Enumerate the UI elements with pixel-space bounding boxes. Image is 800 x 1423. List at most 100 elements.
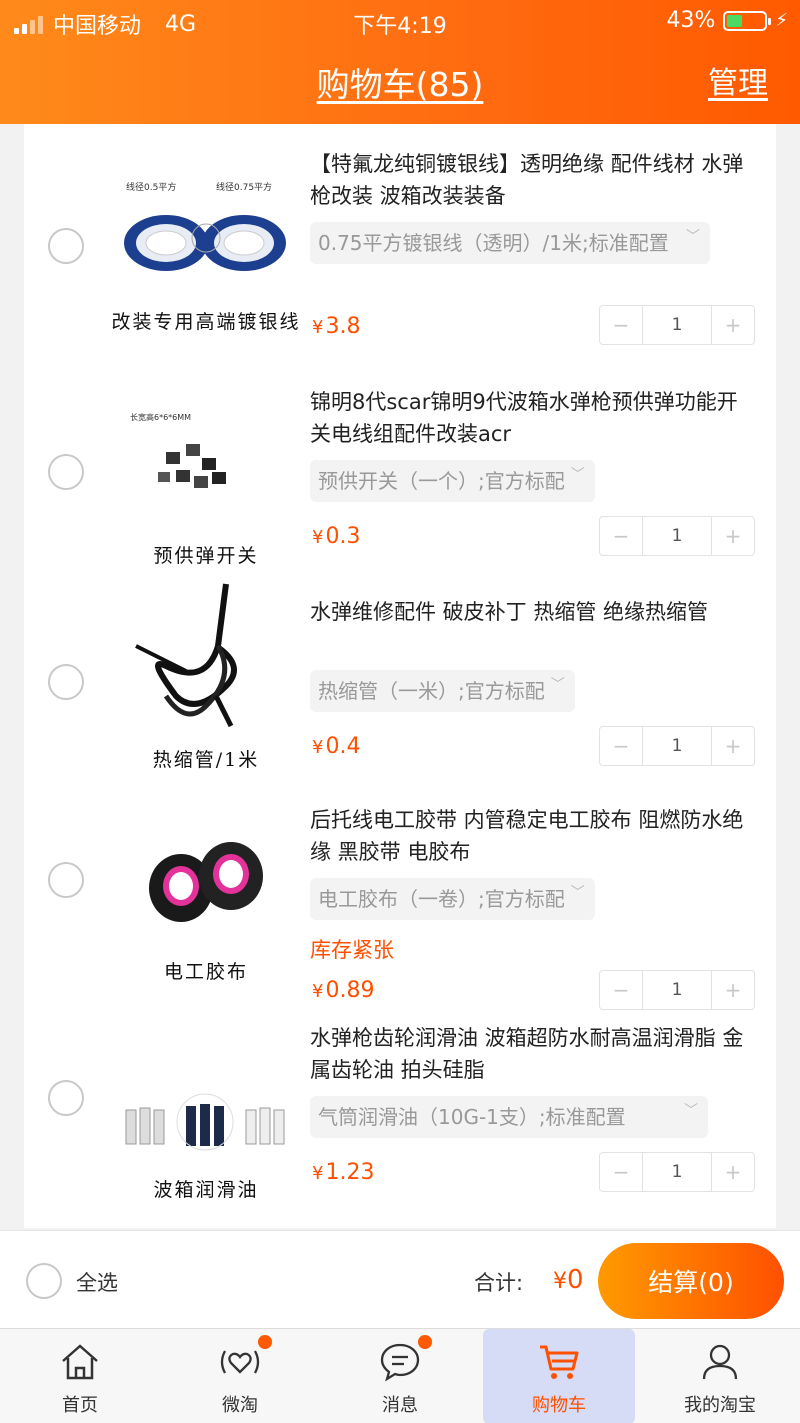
item-title[interactable]: 后托线电工胶带 内管稳定电工胶布 阻燃防水绝缘 黑胶带 电胶布 [310,804,750,868]
svg-text:线径0.75平方: 线径0.75平方 [216,181,272,193]
increment-button[interactable]: + [712,1153,754,1191]
battery-icon [723,10,772,31]
notification-dot [418,1335,432,1349]
checkout-bar: 全选 合计: ¥0 结算(0) [0,1230,800,1328]
item-select-radio[interactable] [48,454,84,490]
cart-item: 波箱润滑油 水弹枪齿轮润滑油 波箱超防水耐高温润滑脂 金属齿轮油 拍头硅脂 气筒… [24,1018,776,1228]
item-title[interactable]: 【特氟龙纯铜镀银线】透明绝缘 配件线材 水弹枪改装 波箱改装装备 [310,148,750,212]
quantity-stepper: − 1 + [599,726,755,766]
notification-dot [258,1335,272,1349]
total-label: 合计: [474,1271,524,1295]
tab-label: 首页 [62,1395,98,1416]
quantity-value[interactable]: 1 [642,517,712,555]
cart-item: 热缩管/1米 水弹维修配件 破皮补丁 热缩管 绝缘热缩管 热缩管（一米）;官方标… [24,570,776,780]
sku-selector[interactable]: 0.75平方镀银线（透明）/1米;标准配置 ﹀ [310,222,710,264]
quantity-value[interactable]: 1 [642,971,712,1009]
increment-button[interactable]: + [712,517,754,555]
product-thumbnail[interactable]: 长宽高6*6*6MM 预供弹开关 [106,372,306,572]
sku-selector[interactable]: 预供开关（一个）;官方标配 ﹀ [310,460,595,502]
sku-text: 预供开关（一个）;官方标配 [318,469,565,493]
user-icon [702,1344,738,1380]
item-price: ¥3.8 [312,314,361,339]
quantity-stepper: − 1 + [599,516,755,556]
header: 中国移动 4G 下午4:19 43% ⚡ 购物车(85) 管理 [0,0,800,124]
sku-selector[interactable]: 气筒润滑油（10G-1支）;标准配置 ﹀ [310,1096,708,1138]
item-select-radio[interactable] [48,862,84,898]
decrement-button[interactable]: − [600,517,642,555]
checkout-button[interactable]: 结算(0) [598,1243,784,1319]
item-price: ¥0.89 [312,978,375,1003]
charging-icon: ⚡ [775,10,788,31]
chevron-down-icon: ﹀ [570,885,585,901]
silver-wire-coils-image: 线径0.5平方 线径0.75平方 [124,181,286,271]
item-title[interactable]: 水弹枪齿轮润滑油 波箱超防水耐高温润滑脂 金属齿轮油 拍头硅脂 [310,1022,750,1086]
select-all-radio[interactable] [26,1263,62,1299]
cart-item: 线径0.5平方 线径0.75平方 改装专用高端镀银线 【特氟龙纯铜镀银线】透明绝… [24,124,776,360]
lubricant-tubes-image [125,1093,285,1151]
sku-selector[interactable]: 电工胶布（一卷）;官方标配 ﹀ [310,878,595,920]
quantity-value[interactable]: 1 [642,306,712,344]
tab-label: 微淘 [222,1395,258,1416]
thumbnail-caption: 预供弹开关 [153,545,259,567]
quantity-stepper: − 1 + [599,970,755,1010]
stock-warning: 库存紧张 [310,938,394,962]
chevron-down-icon: ﹀ [684,1103,698,1119]
item-select-radio[interactable] [48,664,84,700]
product-thumbnail[interactable]: 线径0.5平方 线径0.75平方 改装专用高端镀银线 [106,138,306,338]
increment-button[interactable]: + [712,971,754,1009]
item-title[interactable]: 水弹维修配件 破皮补丁 热缩管 绝缘热缩管 [310,596,750,628]
item-title[interactable]: 锦明8代scar锦明9代波箱水弹枪预供弹功能开关电线组配件改装acr [310,386,750,450]
sku-text: 0.75平方镀银线（透明）/1米;标准配置 [318,231,669,255]
quantity-value[interactable]: 1 [642,727,712,765]
increment-button[interactable]: + [712,727,754,765]
sku-text: 气筒润滑油（10G-1支）;标准配置 [318,1105,626,1129]
decrement-button[interactable]: − [600,1153,642,1191]
product-thumbnail[interactable]: 波箱润滑油 [106,1006,306,1206]
tab-cart[interactable]: 购物车 [483,1329,635,1423]
item-price: ¥1.23 [312,1160,375,1185]
svg-text:线径0.5平方: 线径0.5平方 [126,181,176,193]
tab-home[interactable]: 首页 [0,1329,160,1423]
thumbnail-caption: 热缩管/1米 [152,749,260,771]
sku-selector[interactable]: 热缩管（一米）;官方标配 ﹀ [310,670,575,712]
decrement-button[interactable]: − [600,727,642,765]
select-all-label[interactable]: 全选 [76,1267,118,1297]
manage-button[interactable]: 管理 [708,58,768,102]
product-thumbnail[interactable]: 电工胶布 [106,788,306,988]
chevron-down-icon: ﹀ [550,677,565,693]
thumbnail-caption: 改装专用高端镀银线 [111,311,301,333]
chevron-down-icon: ﹀ [570,467,585,483]
tab-label: 购物车 [532,1395,586,1416]
decrement-button[interactable]: − [600,306,642,344]
item-select-radio[interactable] [48,1080,84,1116]
page-title: 购物车(85) [316,65,484,104]
quantity-stepper: − 1 + [599,1152,755,1192]
product-thumbnail[interactable]: 热缩管/1米 [106,576,306,776]
cart-icon [540,1345,579,1379]
tab-label: 消息 [382,1395,418,1416]
cart-list[interactable]: 线径0.5平方 线径0.75平方 改装专用高端镀银线 【特氟龙纯铜镀银线】透明绝… [24,124,776,1228]
quantity-value[interactable]: 1 [642,1153,712,1191]
status-bar: 中国移动 4G 下午4:19 43% ⚡ [0,0,800,40]
battery-percent: 43% [666,8,716,33]
heart-broadcast-icon [220,1350,260,1374]
thumbnail-caption: 电工胶布 [163,961,248,983]
message-icon [380,1343,420,1382]
decrement-button[interactable]: − [600,971,642,1009]
item-price: ¥0.4 [312,734,361,759]
cart-item: 长宽高6*6*6MM 预供弹开关 锦明8代scar锦明9代波箱水弹枪预供弹功能开… [24,360,776,570]
tab-my-taobao[interactable]: 我的淘宝 [640,1329,800,1423]
chevron-down-icon: ﹀ [686,229,700,245]
increment-button[interactable]: + [712,306,754,344]
tab-label: 我的淘宝 [684,1395,756,1416]
tab-messages[interactable]: 消息 [320,1329,480,1423]
tab-weitao[interactable]: 微淘 [160,1329,320,1423]
item-select-radio[interactable] [48,228,84,264]
home-icon [62,1344,98,1380]
micro-switches-image: 长宽高6*6*6MM [130,412,226,488]
cart-item: 电工胶布 后托线电工胶带 内管稳定电工胶布 阻燃防水绝缘 黑胶带 电胶布 电工胶… [24,780,776,1018]
thumbnail-caption: 波箱润滑油 [153,1179,259,1201]
quantity-stepper: − 1 + [599,305,755,345]
item-price: ¥0.3 [312,524,361,549]
svg-text:长宽高6*6*6MM: 长宽高6*6*6MM [130,412,191,422]
